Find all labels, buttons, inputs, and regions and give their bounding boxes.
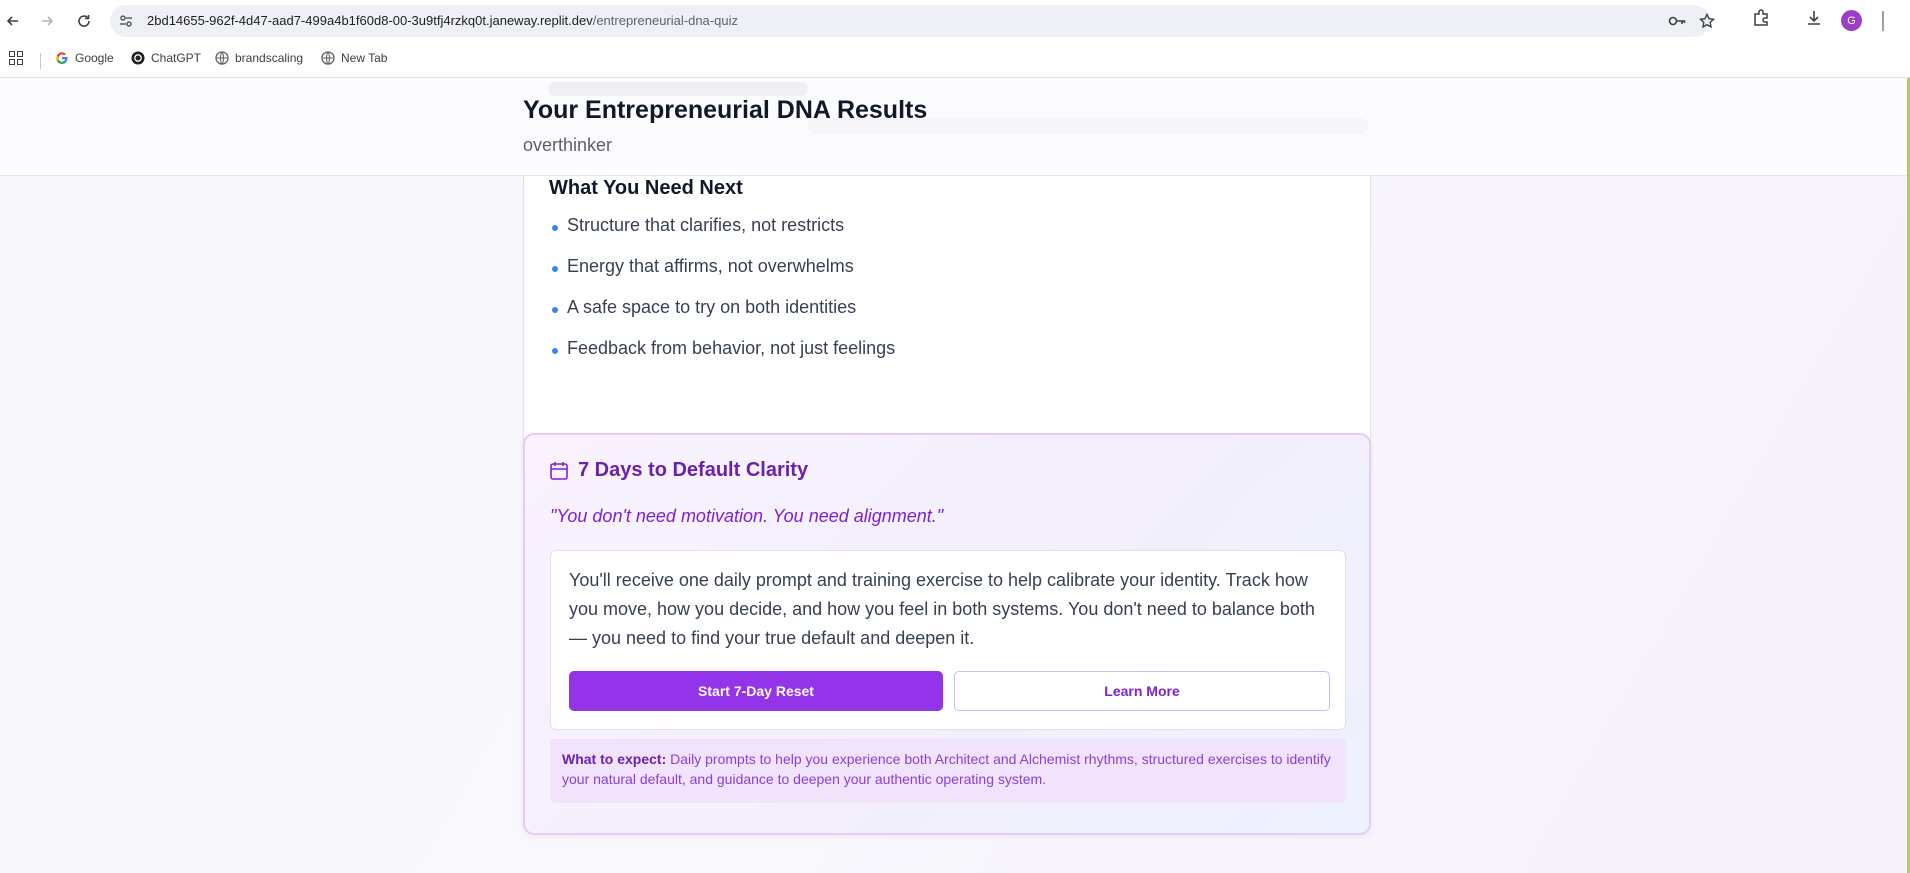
needs-list: Structure that clarifies, not restricts …: [549, 214, 895, 378]
forward-button[interactable]: [36, 10, 58, 32]
globe-icon: [215, 51, 229, 65]
results-header: Your Entrepreneurial DNA Results overthi…: [0, 78, 1907, 176]
arrow-left-icon: [6, 16, 18, 26]
chatgpt-icon: [131, 51, 145, 65]
page-content: What You Need Next Structure that clarif…: [0, 78, 1910, 873]
learn-more-button[interactable]: Learn More: [954, 671, 1330, 711]
program-description: You'll receive one daily prompt and trai…: [569, 570, 1315, 648]
extensions-icon[interactable]: [1752, 9, 1770, 32]
expect-label: What to expect:: [562, 751, 667, 767]
list-item-text: Structure that clarifies, not restricts: [567, 215, 845, 235]
bookmarks-bar: Google ChatGPT brandscaling New Tab: [0, 41, 1910, 78]
list-item: A safe space to try on both identities: [549, 296, 895, 337]
list-item: Feedback from behavior, not just feeling…: [549, 337, 895, 378]
bullet-icon: [552, 225, 558, 231]
bookmarks-divider: [40, 53, 41, 69]
program-description-box: You'll receive one daily prompt and trai…: [550, 550, 1346, 730]
list-item-text: A safe space to try on both identities: [567, 297, 857, 317]
clarity-header: 7 Days to Default Clarity: [550, 459, 808, 482]
reload-button[interactable]: [73, 10, 95, 32]
bookmark-new-tab[interactable]: New Tab: [321, 51, 387, 65]
url-path: /entrepreneurial-dna-quiz: [592, 13, 738, 28]
address-bar[interactable]: 2bd14655-962f-4d47-aad7-499a4b1f60d8-00-…: [110, 5, 1716, 37]
list-item: Structure that clarifies, not restricts: [549, 214, 895, 255]
bookmark-google[interactable]: Google: [55, 51, 114, 65]
apps-grid-icon[interactable]: [9, 51, 23, 65]
browser-toolbar: 2bd14655-962f-4d47-aad7-499a4b1f60d8-00-…: [0, 0, 1910, 41]
bullet-icon: [552, 348, 558, 354]
list-item-text: Feedback from behavior, not just feeling…: [567, 338, 896, 358]
password-key-icon[interactable]: [1668, 14, 1686, 33]
bookmark-label: New Tab: [341, 51, 388, 65]
page-title: Your Entrepreneurial DNA Results: [523, 96, 928, 124]
bookmark-star-icon[interactable]: [1698, 12, 1716, 34]
page-subtitle: overthinker: [523, 135, 613, 155]
globe-icon: [321, 51, 335, 65]
bookmark-brandscaling[interactable]: brandscaling: [215, 51, 303, 65]
arrow-right-icon: [42, 16, 54, 26]
reload-icon: [78, 15, 90, 27]
expect-text: Daily prompts to help you experience bot…: [562, 751, 1331, 787]
what-to-expect-box: What to expect: Daily prompts to help yo…: [550, 739, 1346, 803]
back-button[interactable]: [2, 10, 24, 32]
bookmark-chatgpt[interactable]: ChatGPT: [131, 51, 201, 65]
clarity-quote: "You don't need motivation. You need ali…: [550, 506, 944, 526]
avatar[interactable]: G: [1841, 10, 1862, 31]
needs-title: What You Need Next: [549, 177, 743, 199]
clarity-card: 7 Days to Default Clarity "You don't nee…: [523, 433, 1371, 835]
bookmark-label: ChatGPT: [151, 51, 202, 65]
url-text: 2bd14655-962f-4d47-aad7-499a4b1f60d8-00-…: [147, 13, 738, 28]
list-item: Energy that affirms, not overwhelms: [549, 255, 895, 296]
bookmark-label: Google: [75, 51, 114, 65]
bookmark-label: brandscaling: [235, 51, 304, 65]
faded-scrolled-content: [548, 82, 808, 96]
google-icon: [56, 52, 68, 65]
clarity-title: 7 Days to Default Clarity: [578, 459, 809, 481]
site-settings-icon[interactable]: [118, 13, 134, 34]
download-icon[interactable]: [1805, 9, 1823, 32]
calendar-icon: [550, 462, 568, 480]
list-item-text: Energy that affirms, not overwhelms: [567, 256, 854, 276]
url-host: 2bd14655-962f-4d47-aad7-499a4b1f60d8-00-…: [147, 13, 593, 28]
bullet-icon: [552, 266, 558, 272]
start-reset-button[interactable]: Start 7-Day Reset: [569, 671, 943, 711]
bullet-icon: [552, 307, 558, 313]
chrome-menu-divider: [1881, 11, 1885, 36]
